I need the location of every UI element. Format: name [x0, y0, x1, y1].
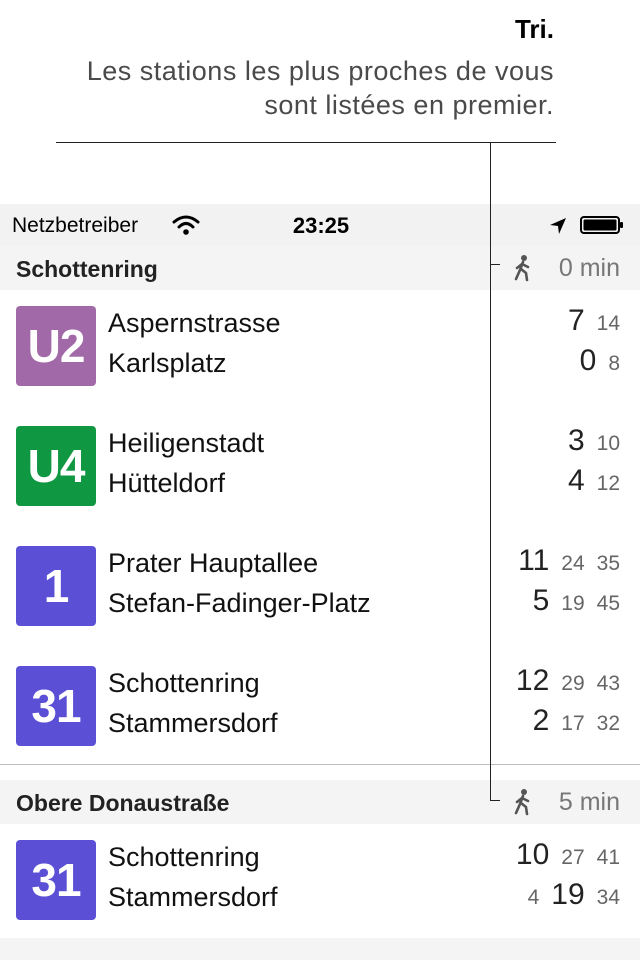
departure-times: 4 19 34: [528, 878, 620, 912]
station-header[interactable]: Obere Donaustraße 5 min: [0, 780, 640, 824]
line-badge: 31: [16, 666, 96, 746]
next-departure-minutes: 2: [532, 704, 550, 737]
departure-times: 2 17 32: [533, 704, 620, 738]
later-departure-minutes: 12: [596, 472, 620, 495]
next-departure-minutes: 19: [551, 878, 585, 911]
walk-time: 0 min: [558, 254, 620, 282]
line-row[interactable]: 1 Prater Hauptallee Stefan-Fadinger-Plat…: [0, 530, 640, 650]
later-departure-minutes: 8: [608, 352, 620, 375]
destination: Aspernstrasse: [108, 308, 281, 338]
departure-times: 08: [580, 344, 620, 378]
later-departure-minutes: 14: [596, 312, 620, 335]
next-departure-minutes: 0: [579, 344, 597, 377]
station-name: Schottenring: [16, 256, 158, 282]
departure-times: 11 24 35: [518, 544, 620, 578]
pedestrian-icon: [514, 789, 530, 816]
annotation-vertical-line: [490, 142, 491, 800]
later-departure-minutes: 29: [561, 672, 585, 695]
status-clock: 23:25: [292, 213, 350, 238]
destination: Stefan-Fadinger-Platz: [108, 588, 371, 618]
station-name: Obere Donaustraße: [16, 790, 230, 816]
next-departure-minutes: 5: [532, 584, 550, 617]
next-departure-minutes: 11: [518, 544, 550, 577]
later-departure-minutes: 24: [561, 552, 585, 575]
later-departure-minutes: 27: [561, 846, 585, 869]
annotation-title: Tri.: [514, 14, 554, 44]
later-departure-minutes: 10: [596, 432, 620, 455]
later-departure-minutes: 4: [527, 886, 540, 909]
line-badge: 31: [16, 840, 96, 920]
departure-times: 7 14: [568, 304, 620, 338]
line-row[interactable]: U2 Aspernstrasse Karlsplatz 7 14 08: [0, 290, 640, 410]
next-departure-minutes: 12: [515, 664, 550, 697]
location-arrow-icon: [550, 218, 566, 234]
line-badge: U2: [16, 306, 96, 386]
later-departure-minutes: 35: [596, 552, 620, 575]
departure-times: 4 12: [568, 464, 620, 498]
section-divider: [0, 764, 640, 765]
destination: Stammersdorf: [108, 882, 278, 912]
pedestrian-icon: [514, 255, 530, 282]
annotation-description: Les stations les plus proches de vous so…: [86, 56, 554, 120]
app-screen: Netzbetreiber 23:25 Schottenring 0 min U…: [0, 204, 640, 960]
line-row[interactable]: U4 Heiligenstadt Hütteldorf 3 10 4 12: [0, 410, 640, 530]
battery-icon: [580, 216, 623, 234]
next-departure-minutes: 4: [567, 464, 585, 497]
later-departure-minutes: 41: [596, 846, 620, 869]
next-departure-minutes: 10: [515, 838, 550, 871]
line-badge: U4: [16, 426, 96, 506]
status-bar: Netzbetreiber 23:25: [0, 204, 640, 246]
departure-times: 5 19 45: [533, 584, 620, 618]
destination: Karlsplatz: [108, 348, 227, 378]
destination: Stammersdorf: [108, 708, 278, 738]
later-departure-minutes: 17: [561, 712, 585, 735]
next-departure-minutes: 7: [567, 304, 585, 337]
later-departure-minutes: 45: [596, 592, 620, 615]
departure-times: 12 29 43: [516, 664, 620, 698]
later-departure-minutes: 43: [596, 672, 620, 695]
destination: Schottenring: [108, 668, 260, 698]
destination: Prater Hauptallee: [108, 548, 319, 578]
destination: Hütteldorf: [108, 468, 226, 498]
annotation-tick: [490, 800, 500, 801]
next-section-header: [0, 938, 640, 960]
walk-time: 5 min: [558, 788, 620, 816]
annotation-tick: [490, 264, 500, 265]
later-departure-minutes: 34: [596, 886, 620, 909]
annotation-horizontal-line: [56, 142, 556, 143]
next-departure-minutes: 3: [567, 424, 585, 457]
departure-times: 3 10: [568, 424, 620, 458]
line-badge: 1: [16, 546, 96, 626]
line-row[interactable]: 31 Schottenring Stammersdorf 10 27 41 4 19 3…: [0, 824, 640, 944]
station-header[interactable]: Schottenring 0 min: [0, 246, 640, 290]
line-row[interactable]: 31 Schottenring Stammersdorf 12 29 43 2 17 3…: [0, 650, 640, 770]
departure-times: 10 27 41: [516, 838, 620, 872]
later-departure-minutes: 19: [561, 592, 585, 615]
destination: Schottenring: [108, 842, 260, 872]
later-departure-minutes: 32: [596, 712, 620, 735]
destination: Heiligenstadt: [108, 428, 265, 458]
